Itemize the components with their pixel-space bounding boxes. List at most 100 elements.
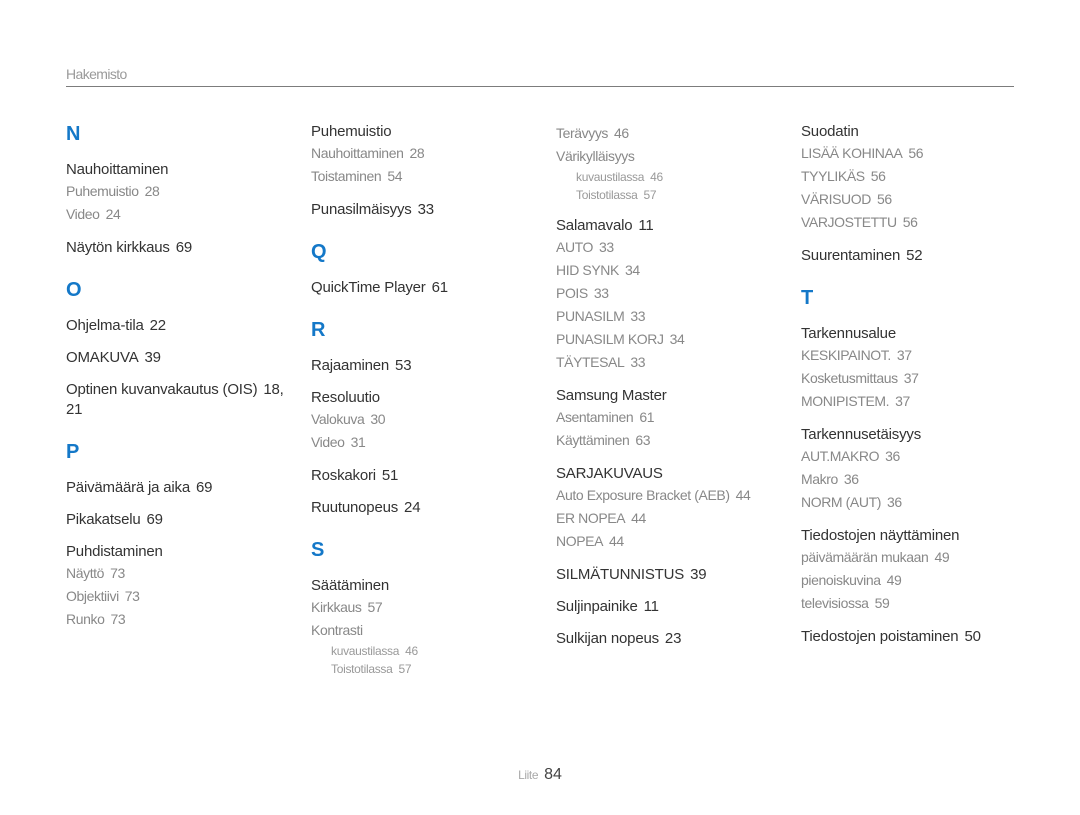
index-subentry-text: TÄYTESAL xyxy=(556,354,625,370)
index-letter-t: T xyxy=(801,287,814,309)
page-ref: 59 xyxy=(874,595,890,611)
index-subentry: TÄYTESAL 33 xyxy=(556,351,791,374)
index-entry: Säätäminen xyxy=(311,576,546,596)
index-entry: Ohjelma-tila 22 xyxy=(66,316,301,336)
index-subentry: AUT.MAKRO 36 xyxy=(801,445,1036,468)
page-ref: 37 xyxy=(903,370,919,386)
index-subentry: AUTO 33 xyxy=(556,236,791,259)
section-title: Hakemisto xyxy=(66,66,127,82)
page-ref: 36 xyxy=(843,471,859,487)
index-subentry: Toistaminen 54 xyxy=(311,165,546,188)
index-entry: Tiedostojen näyttäminen xyxy=(801,526,1036,546)
index-subsubentry: kuvaustilassa 46 xyxy=(311,642,546,660)
index-entry-text: OMAKUVA xyxy=(66,349,139,366)
index-subentry-text: MONIPISTEM. xyxy=(801,393,890,409)
index-entry-text: Tiedostojen poistaminen xyxy=(801,628,959,645)
index-entry-text: SILMÄTUNNISTUS xyxy=(556,566,685,583)
index-subentry-text: Video xyxy=(311,434,345,450)
index-subentry: Puhemuistio 28 xyxy=(66,180,301,203)
page-ref: 37 xyxy=(896,347,912,363)
index-subentry-text: Värikylläisyys xyxy=(556,148,635,164)
index-subentry: NORM (AUT) 36 xyxy=(801,491,1036,514)
index-entry: SARJAKUVAUS xyxy=(556,464,791,484)
index-subentry: Kosketusmittaus 37 xyxy=(801,367,1036,390)
index-entry-text: Suurentaminen xyxy=(801,247,901,264)
page-ref: 73 xyxy=(110,611,126,627)
page-ref: 33 xyxy=(417,201,435,218)
page-ref: 24 xyxy=(105,206,121,222)
page-ref: 33 xyxy=(630,354,646,370)
page-ref: 44 xyxy=(631,510,646,526)
index-entry: Optinen kuvanvakautus (OIS) 18, 21 xyxy=(66,380,301,420)
index-entry-text: Päivämäärä ja aika xyxy=(66,479,190,496)
page-ref: 61 xyxy=(431,279,449,296)
index-subentry-text: AUTO xyxy=(556,239,594,255)
page-ref: 37 xyxy=(895,393,910,409)
index-letter-s: S xyxy=(311,539,325,561)
index-entry-text: Nauhoittaminen xyxy=(66,161,169,178)
page-ref: 46 xyxy=(614,125,629,141)
index-entry-text: Tiedostojen näyttäminen xyxy=(801,527,960,544)
index-subentry: Video 31 xyxy=(311,431,546,454)
page-ref: 69 xyxy=(175,239,193,256)
index-entry-text: Salamavalo xyxy=(556,217,633,234)
index-entry: Sulkijan nopeus 23 xyxy=(556,629,791,649)
index-letter-n: N xyxy=(66,123,81,145)
index-entry: Punasilmäisyys 33 xyxy=(311,200,546,220)
index-subentry: Objektiivi 73 xyxy=(66,585,301,608)
index-subentry: Auto Exposure Bracket (AEB) 44 xyxy=(556,484,791,507)
index-subentry-text: Makro xyxy=(801,471,838,487)
page-ref: 23 xyxy=(664,630,682,647)
index-subentry-text: Kontrasti xyxy=(311,622,363,638)
index-subentry-text: Video xyxy=(66,206,100,222)
page-ref: 33 xyxy=(599,239,614,255)
index-subentry-text: Toistaminen xyxy=(311,168,382,184)
index-subentry-text: Puhemuistio xyxy=(66,183,139,199)
index-entry: Pikakatselu 69 xyxy=(66,510,301,530)
index-subentry-text: POIS xyxy=(556,285,588,301)
index-subentry: Terävyys 46 xyxy=(556,122,791,145)
index-subentry: KESKIPAINOT. 37 xyxy=(801,344,1036,367)
index-subentry-text: NORM (AUT) xyxy=(801,494,881,510)
index-entry-text: SARJAKUVAUS xyxy=(556,465,663,482)
index-entry: Ruutunopeus 24 xyxy=(311,498,546,518)
page-ref: 53 xyxy=(395,357,412,374)
page-ref: 69 xyxy=(146,511,164,528)
index-subentry-text: päivämäärän mukaan xyxy=(801,549,929,565)
index-subentry: NOPEA 44 xyxy=(556,530,791,553)
index-subsubentry: Toistotilassa 57 xyxy=(556,186,791,204)
index-entry: Tiedostojen poistaminen 50 xyxy=(801,627,1036,647)
index-subentry-text: Näyttö xyxy=(66,565,105,581)
index-subentry-text: Nauhoittaminen xyxy=(311,145,404,161)
index-entry-text: Ruutunopeus xyxy=(311,499,399,516)
index-subentry-text: KESKIPAINOT. xyxy=(801,347,891,363)
index-subsubentry: kuvaustilassa 46 xyxy=(556,168,791,186)
footer-label: Liite xyxy=(518,768,539,782)
index-entry-text: Resoluutio xyxy=(311,389,380,406)
index-subentry-text: NOPEA xyxy=(556,533,604,549)
page-ref: 50 xyxy=(964,628,981,645)
page-ref: 56 xyxy=(870,168,886,184)
index-entry: Nauhoittaminen xyxy=(66,160,301,180)
page-ref: 28 xyxy=(144,183,160,199)
index-entry-text: Sulkijan nopeus xyxy=(556,630,659,647)
page-ref: 49 xyxy=(886,572,902,588)
page-ref: 73 xyxy=(124,588,140,604)
index-subentry-text: televisiossa xyxy=(801,595,869,611)
page-ref: 33 xyxy=(630,308,646,324)
page-ref: 28 xyxy=(409,145,425,161)
page-ref: 49 xyxy=(934,549,950,565)
index-subentry: TYYLIKÄS 56 xyxy=(801,165,1036,188)
index-entry: Roskakori 51 xyxy=(311,466,546,486)
page-ref: 56 xyxy=(902,214,918,230)
index-subentry: Kirkkaus 57 xyxy=(311,596,546,619)
index-subentry: PUNASILM 33 xyxy=(556,305,791,328)
index-subentry-text: Objektiivi xyxy=(66,588,119,604)
page-ref: 44 xyxy=(609,533,624,549)
page-ref: 24 xyxy=(404,499,421,516)
index-subentry: Värikylläisyys xyxy=(556,145,791,168)
index-subentry-text: TYYLIKÄS xyxy=(801,168,865,184)
index-subentry-text: Terävyys xyxy=(556,125,609,141)
page-footer: Liite 84 xyxy=(0,766,1080,784)
page-ref: 52 xyxy=(906,247,923,264)
